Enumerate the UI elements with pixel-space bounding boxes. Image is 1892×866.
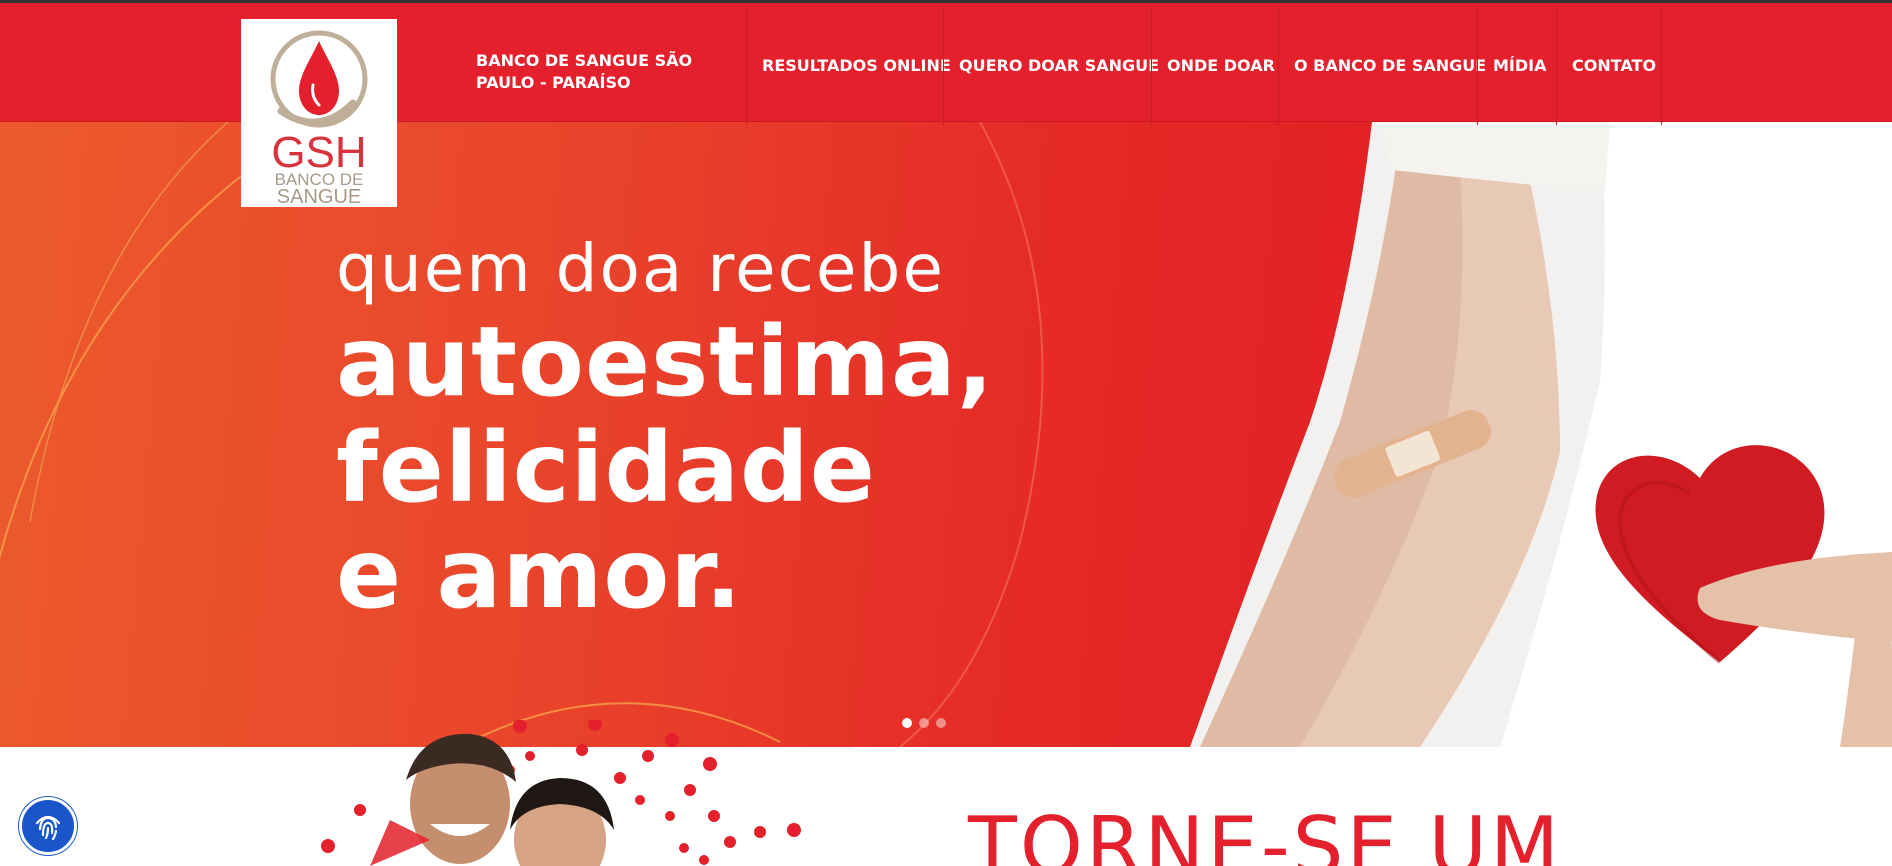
blood-drop-icon: GSH BANCO DE SANGUE [270, 30, 368, 207]
slider-pagination [902, 718, 946, 728]
nav-onde-doar[interactable]: ONDE DOAR [1151, 6, 1278, 125]
site-logo[interactable]: GSH BANCO DE SANGUE [241, 19, 397, 207]
nav-o-banco-de-sangue[interactable]: O BANCO DE SANGUE [1278, 6, 1486, 125]
hero-slider[interactable]: quem doa recebe autoestima, felicidade e… [0, 122, 1892, 747]
hero-headline-line3: felicidade [336, 412, 876, 524]
nav-contato[interactable]: CONTATO [1556, 6, 1662, 125]
donors-photo [321, 720, 801, 866]
logo-text-sub2: SANGUE [277, 186, 361, 207]
main-nav: RESULTADOS ONLINE QUERO DOAR SANGUE ONDE… [746, 6, 1662, 125]
hero-headline-line4: e amor. [336, 518, 743, 630]
accessibility-button[interactable] [19, 797, 77, 855]
hero-background-art [0, 122, 1892, 747]
slider-dot-3[interactable] [936, 718, 946, 728]
slider-dot-2[interactable] [919, 718, 929, 728]
fingerprint-icon [35, 815, 61, 841]
nav-midia[interactable]: MÍDIA [1477, 6, 1556, 125]
site-name-link[interactable]: BANCO DE SANGUE SÃO PAULO - PARAÍSO [476, 50, 706, 94]
donor-section [0, 747, 1892, 866]
site-name-line2: PAULO - PARAÍSO [476, 73, 631, 92]
hero-headline-line2: autoestima, [336, 306, 995, 418]
slider-dot-1[interactable] [902, 718, 912, 728]
site-name-line1: BANCO DE SANGUE SÃO [476, 51, 693, 70]
hero-headline-line1: quem doa recebe [336, 230, 945, 307]
page: BANCO DE SANGUE SÃO PAULO - PARAÍSO RESU… [0, 0, 1892, 866]
top-border [0, 0, 1892, 3]
section-heading: TORNE-SE UM [968, 800, 1563, 866]
nav-resultados-online[interactable]: RESULTADOS ONLINE [746, 6, 951, 125]
nav-quero-doar-sangue[interactable]: QUERO DOAR SANGUE [943, 6, 1159, 125]
